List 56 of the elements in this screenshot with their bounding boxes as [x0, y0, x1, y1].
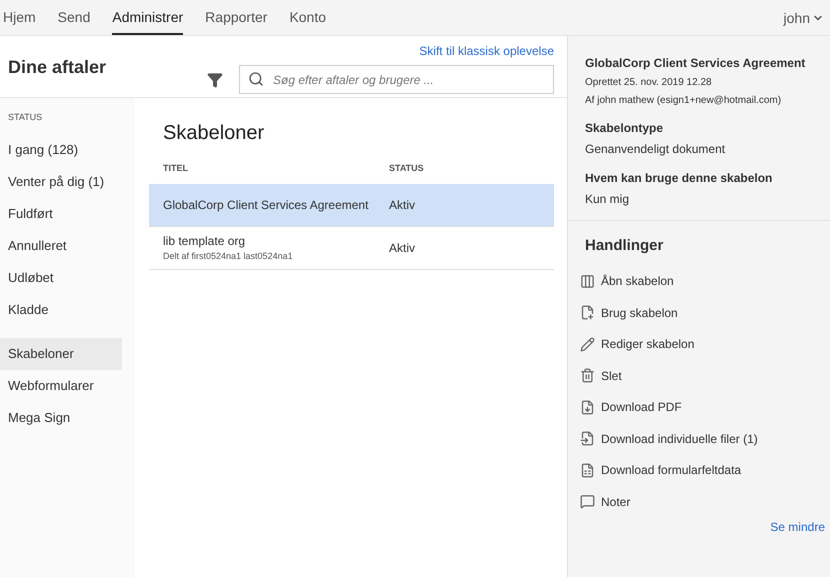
action-link[interactable]: Download PDF: [580, 392, 682, 423]
table-row[interactable]: lib template org Delt af first0524na1 last0524na1 Aktiv: [149, 227, 554, 270]
nav-tab[interactable]: Administrer: [112, 1, 184, 35]
action-link[interactable]: Brug skabelon: [580, 297, 678, 328]
action-link[interactable]: Åbn skabelon: [580, 266, 674, 297]
action-link[interactable]: Download individuelle filer (1): [580, 423, 758, 454]
file-plus-icon: [580, 305, 595, 320]
sidebar-item[interactable]: Skabeloner: [0, 338, 122, 370]
action-link[interactable]: Slet: [580, 360, 622, 392]
sidebar-item[interactable]: I gang (128): [0, 134, 122, 166]
nav-tab[interactable]: Hjem: [3, 1, 36, 35]
author-text: Af john mathew (esign1+new@hotmail.com): [585, 94, 782, 108]
column-header: TITEL: [162, 162, 189, 175]
page-title: Dine aftaler: [8, 56, 106, 79]
action-link[interactable]: Download formularfeltdata: [580, 454, 742, 486]
sidebar-item[interactable]: Kladde: [0, 294, 122, 326]
field-label: Skabelontype: [585, 120, 664, 137]
sidebar-item[interactable]: Annulleret: [0, 230, 122, 262]
created-text: Oprettet 25. nov. 2019 12.28: [585, 76, 713, 90]
action-link[interactable]: Noter: [580, 486, 630, 518]
pencil-icon: [580, 336, 595, 352]
sidebar-item[interactable]: Fuldført: [0, 198, 122, 230]
section-title: Skabeloner: [162, 121, 266, 146]
sidebar-item[interactable]: Webformularer: [0, 370, 122, 402]
comment-icon: [580, 494, 595, 510]
filter-icon[interactable]: [207, 72, 223, 88]
status-text: Aktiv: [389, 197, 416, 214]
sidebar-item[interactable]: Udløbet: [0, 262, 122, 294]
details-title: GlobalCorp Client Services Agreement: [585, 55, 806, 72]
columns-icon: [580, 274, 595, 289]
nav-tab[interactable]: Konto: [289, 1, 326, 35]
see-less-link[interactable]: Se mindre: [770, 518, 825, 536]
template-title: lib template org: [163, 233, 246, 250]
status-text: Aktiv: [389, 240, 416, 257]
action-link[interactable]: Rediger skabelon: [580, 328, 694, 360]
sidebar-item[interactable]: Mega Sign: [0, 402, 122, 434]
file-download-icon: [580, 431, 595, 446]
spreadsheet-icon: [580, 462, 595, 478]
column-header: STATUS: [389, 162, 424, 175]
table-row[interactable]: GlobalCorp Client Services Agreement Aktiv: [149, 184, 554, 227]
sidebar-heading: STATUS: [7, 111, 44, 124]
trash-icon: [580, 368, 595, 384]
search-field[interactable]: Søg efter aftaler og brugere ...: [239, 65, 554, 94]
classic-link[interactable]: Skift til klassisk oplevelse: [419, 42, 554, 60]
search-icon: [248, 71, 264, 87]
template-title: GlobalCorp Client Services Agreement: [163, 197, 370, 214]
field-value: Genanvendeligt dokument: [585, 141, 726, 158]
nav-tab[interactable]: Send: [58, 1, 90, 35]
nav-tab[interactable]: Rapporter: [205, 1, 268, 35]
file-download-icon: [580, 400, 595, 415]
sidebar-item[interactable]: Venter på dig (1): [0, 166, 122, 198]
shared-by-text: Delt af first0524na1 last0524na1: [163, 250, 294, 264]
user-menu[interactable]: john: [784, 1, 824, 35]
actions-title: Handlinger: [584, 236, 664, 256]
field-label: Hvem kan bruge denne skabelon: [585, 170, 774, 187]
field-value: Kun mig: [585, 191, 630, 208]
